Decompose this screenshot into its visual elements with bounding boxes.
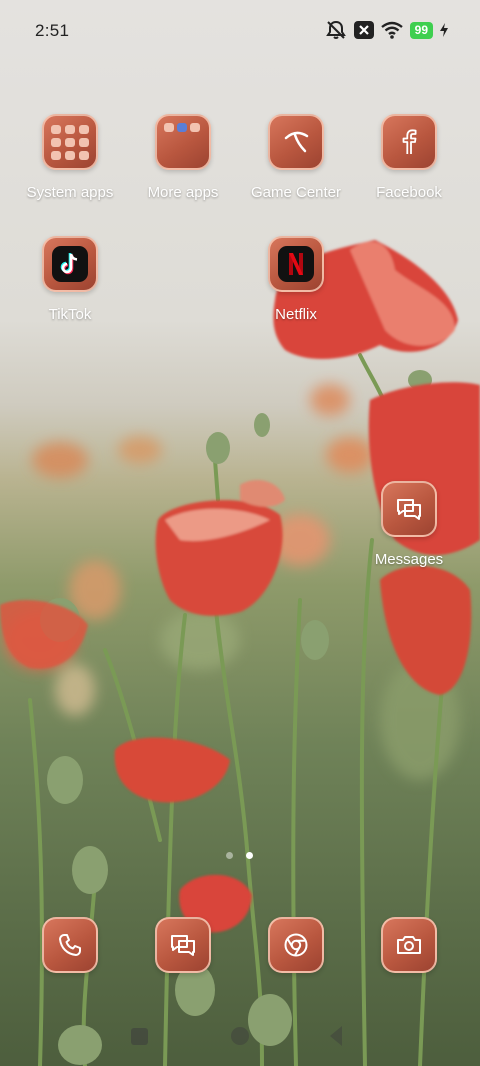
- home-button[interactable]: [231, 1027, 249, 1045]
- app-system-apps[interactable]: System apps: [20, 114, 120, 201]
- app-label: More apps: [147, 184, 219, 201]
- folder-icon: [155, 114, 211, 170]
- status-icons: 99: [325, 20, 448, 40]
- status-bar: 2:51 99: [0, 0, 480, 62]
- page-dot-active: [246, 852, 253, 859]
- messages-icon: [155, 917, 211, 973]
- facebook-icon: [381, 114, 437, 170]
- notification-x-icon: [353, 21, 374, 39]
- battery-icon: 99: [409, 21, 433, 39]
- navigation-bar: [131, 1026, 342, 1046]
- browser-icon: [268, 917, 324, 973]
- status-time: 2:51: [35, 21, 70, 40]
- dock-phone[interactable]: [20, 917, 120, 973]
- app-game-center[interactable]: Game Center: [246, 114, 346, 201]
- mute-icon: [325, 20, 346, 39]
- back-button[interactable]: [330, 1026, 342, 1046]
- tiktok-icon: [42, 236, 98, 292]
- wifi-icon: [380, 21, 403, 39]
- dock-messages[interactable]: [133, 917, 233, 973]
- dock-browser[interactable]: [246, 917, 346, 973]
- app-tiktok[interactable]: TikTok: [20, 236, 120, 323]
- page-dot: [226, 852, 233, 859]
- app-facebook[interactable]: Facebook: [359, 114, 459, 201]
- dock-camera[interactable]: [359, 917, 459, 973]
- app-label: Netflix: [275, 306, 317, 323]
- app-label: System apps: [26, 184, 114, 201]
- recents-button[interactable]: [131, 1028, 148, 1045]
- app-label: TikTok: [48, 306, 92, 323]
- phone-icon: [42, 917, 98, 973]
- page-indicator: [226, 852, 253, 859]
- app-netflix[interactable]: Netflix: [246, 236, 346, 323]
- app-label: Game Center: [250, 184, 342, 201]
- charging-icon: [440, 23, 448, 37]
- app-label: Facebook: [376, 184, 442, 201]
- app-more-apps[interactable]: More apps: [133, 114, 233, 201]
- folder-icon: [42, 114, 98, 170]
- camera-icon: [381, 917, 437, 973]
- game-center-icon: [268, 114, 324, 170]
- messages-icon: [381, 481, 437, 537]
- app-label: Messages: [374, 551, 444, 568]
- app-messages[interactable]: Messages: [359, 481, 459, 568]
- netflix-icon: [268, 236, 324, 292]
